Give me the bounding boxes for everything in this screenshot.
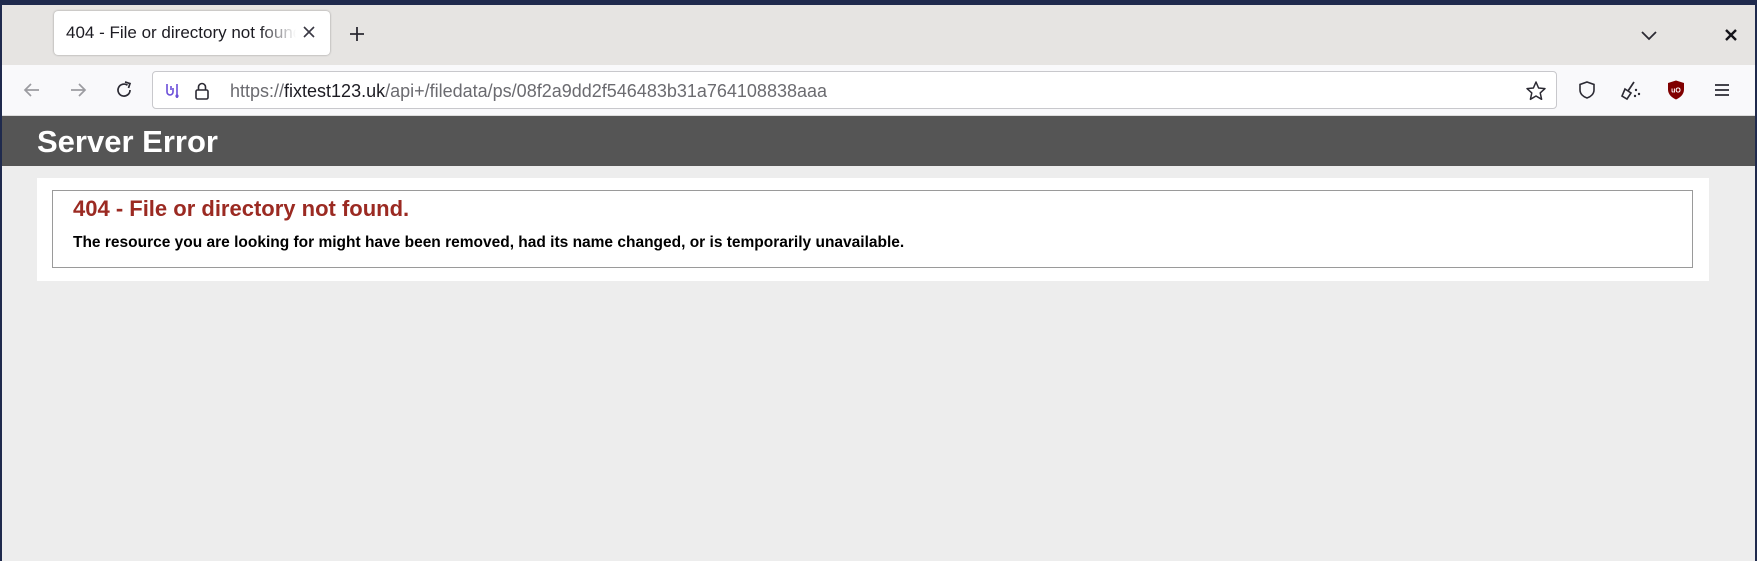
url-path: /api+/filedata/ps/08f2a9dd2f546483b31a76… <box>385 81 828 101</box>
tracking-permissions-icon[interactable] <box>161 80 183 102</box>
url-host: fixtest123.uk <box>284 81 386 101</box>
sweep-icon[interactable] <box>1617 76 1645 104</box>
page-title: Server Error <box>37 124 218 159</box>
shield-icon[interactable] <box>1573 76 1601 104</box>
arrow-right-icon[interactable] <box>64 76 92 104</box>
url-scheme: https:// <box>230 81 285 101</box>
reload-icon[interactable] <box>110 76 138 104</box>
close-icon[interactable] <box>1717 21 1745 49</box>
browser-window: 404 - File or directory not found. https… <box>2 5 1755 561</box>
error-description: The resource you are looking for might h… <box>73 234 905 251</box>
arrow-left-icon[interactable] <box>18 76 46 104</box>
lock-icon[interactable] <box>191 80 213 102</box>
tab-strip: 404 - File or directory not found. <box>2 5 1755 65</box>
content-area: 404 - File or directory not found. The r… <box>37 178 1709 281</box>
plus-icon[interactable] <box>342 19 372 49</box>
error-title: 404 - File or directory not found. <box>73 196 410 221</box>
tab-active[interactable]: 404 - File or directory not found. <box>54 11 330 55</box>
url-text[interactable]: https://fixtest123.uk/api+/filedata/ps/0… <box>230 81 827 102</box>
chevron-down-icon[interactable] <box>1635 21 1663 49</box>
ublock-icon[interactable]: uO <box>1662 76 1690 104</box>
svg-text:uO: uO <box>1671 88 1681 95</box>
url-bar[interactable]: https://fixtest123.uk/api+/filedata/ps/0… <box>152 71 1557 109</box>
hamburger-menu-icon[interactable] <box>1708 76 1736 104</box>
page-header: Server Error <box>2 116 1755 166</box>
navigation-bar: https://fixtest123.uk/api+/filedata/ps/0… <box>2 65 1755 116</box>
close-icon[interactable] <box>298 21 320 43</box>
star-icon[interactable] <box>1524 79 1548 103</box>
tab-title: 404 - File or directory not found. <box>66 23 296 42</box>
error-box: 404 - File or directory not found. The r… <box>52 190 1693 268</box>
